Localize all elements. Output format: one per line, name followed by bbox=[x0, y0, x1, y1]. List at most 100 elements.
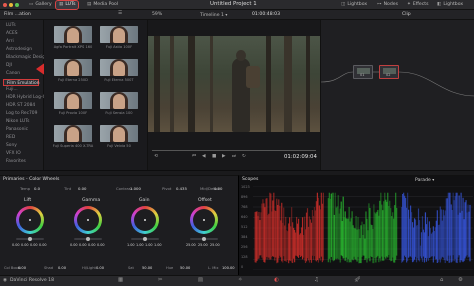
wheel-value[interactable]: 0.00 bbox=[79, 243, 87, 247]
color-wheel-gain[interactable] bbox=[131, 206, 159, 234]
lut-folder-item[interactable]: Fuji... bbox=[6, 87, 18, 92]
repeat-icon[interactable]: ↻ bbox=[242, 154, 246, 160]
lut-thumbnail[interactable] bbox=[54, 59, 92, 76]
color-wheel-gamma[interactable] bbox=[74, 206, 102, 234]
wheel-value[interactable]: 1.00 bbox=[145, 243, 153, 247]
lut-folder-film-emulation[interactable]: Film Emulation bbox=[3, 79, 39, 86]
master-wheel-slider[interactable] bbox=[131, 237, 159, 241]
wheel-value[interactable]: 25.00 bbox=[186, 243, 196, 247]
lut-folder-item[interactable]: RED bbox=[6, 135, 15, 140]
top-toolbar: ▭ Gallery ▦ LUTs ▤ Media Pool Untitled P… bbox=[0, 0, 474, 10]
wheel-value[interactable]: 0.00 bbox=[70, 243, 78, 247]
lut-folder-item[interactable]: Arri bbox=[6, 39, 14, 44]
scope-mode-selector[interactable]: Parade ▾ bbox=[415, 178, 434, 184]
color-wheel-offset[interactable] bbox=[190, 206, 218, 234]
lut-folder-item[interactable]: Astrodesign bbox=[6, 47, 32, 52]
skip-forward-icon[interactable]: ⏭ bbox=[232, 154, 236, 160]
wheel-value[interactable]: 0.00 bbox=[88, 243, 96, 247]
fusion-page-icon[interactable]: ✧ bbox=[238, 277, 243, 283]
scope-scale-label: 512 bbox=[241, 225, 248, 229]
node-02[interactable]: 02 bbox=[379, 65, 399, 79]
param-value[interactable]: 0.00 bbox=[78, 187, 86, 191]
breadcrumb[interactable]: Film ...ation bbox=[4, 12, 31, 18]
color-page-icon[interactable]: ◐ bbox=[274, 277, 279, 283]
wheel-value[interactable]: 1.00 bbox=[154, 243, 162, 247]
param-value[interactable]: 0.0 bbox=[34, 187, 40, 191]
stop-icon[interactable]: ■ bbox=[212, 154, 216, 160]
fairlight-page-icon[interactable]: ♫ bbox=[314, 277, 319, 283]
timeline-scrubber[interactable] bbox=[152, 150, 316, 151]
master-wheel-slider[interactable] bbox=[74, 237, 102, 241]
lut-folder-item[interactable]: ACES bbox=[6, 31, 18, 36]
tab-media-pool[interactable]: ▤ Media Pool bbox=[84, 1, 121, 9]
settings-icon[interactable]: ⚙ bbox=[458, 277, 463, 283]
wheel-value[interactable]: 0.00 bbox=[30, 243, 38, 247]
wheel-value[interactable]: 1.00 bbox=[127, 243, 135, 247]
lut-folder-item[interactable]: Sony bbox=[6, 143, 17, 148]
tab-luts[interactable]: ▦ LUTs bbox=[54, 0, 80, 10]
tab-nodes[interactable]: ⊶ Nodes bbox=[374, 1, 401, 9]
timeline-selector[interactable]: Timeline 1 ▾ bbox=[200, 13, 227, 19]
param-value[interactable]: 1.000 bbox=[130, 187, 141, 191]
skip-back-icon[interactable]: ⏮ bbox=[192, 154, 196, 160]
master-wheel-slider[interactable] bbox=[16, 237, 44, 241]
list-view-icon[interactable]: ☰ bbox=[118, 11, 122, 17]
param-value[interactable]: 0.00 bbox=[58, 266, 66, 271]
lut-folder-item[interactable]: LUTs bbox=[6, 23, 16, 28]
tab-lightbox[interactable]: ◫ Lightbox bbox=[338, 1, 370, 9]
param-value[interactable]: 100.00 bbox=[222, 266, 235, 271]
loop-icon[interactable]: ⟲ bbox=[154, 154, 158, 160]
reverse-play-icon[interactable]: ◀ bbox=[202, 154, 206, 160]
lut-folder-item[interactable]: HDR ST 2084 bbox=[6, 103, 35, 108]
cut-page-icon[interactable]: ✂ bbox=[158, 277, 163, 283]
param-value[interactable]: 0.00 bbox=[214, 187, 222, 191]
param-value[interactable]: 0.00 bbox=[18, 266, 26, 271]
wheel-value[interactable]: 0.00 bbox=[21, 243, 29, 247]
zoom-level[interactable]: 59% bbox=[152, 12, 162, 18]
tab-gallery[interactable]: ▭ Gallery bbox=[26, 1, 55, 9]
lut-folder-item[interactable]: Favorites bbox=[6, 159, 26, 164]
param-value[interactable]: 50.00 bbox=[142, 266, 152, 271]
lut-thumbnail[interactable] bbox=[100, 59, 138, 76]
tab-lightbox-2[interactable]: ◧ Lightbox bbox=[434, 1, 466, 9]
tab-effects[interactable]: ✦ Effects bbox=[404, 1, 431, 9]
wheel-value[interactable]: 0.00 bbox=[97, 243, 105, 247]
lut-folder-item[interactable]: Log to Rec709 bbox=[6, 111, 37, 116]
wheel-value[interactable]: 1.00 bbox=[136, 243, 144, 247]
param-value[interactable]: 0.00 bbox=[96, 266, 104, 271]
clip-label[interactable]: Clip bbox=[402, 12, 411, 18]
lut-folder-item[interactable]: Panasonic bbox=[6, 127, 28, 132]
lut-folder-item[interactable]: VFX IO bbox=[6, 151, 21, 156]
lut-thumbnail-label: Fuji Superia 400 X-TRA bbox=[52, 144, 94, 148]
param-value[interactable]: 0.435 bbox=[176, 187, 187, 191]
lut-folder-item[interactable]: Canon bbox=[6, 71, 20, 76]
minimize-window-button[interactable] bbox=[9, 3, 13, 7]
wheel-value[interactable]: 25.00 bbox=[198, 243, 208, 247]
lut-thumbnail[interactable] bbox=[54, 26, 92, 43]
home-icon[interactable]: ⌂ bbox=[440, 277, 443, 283]
maximize-window-button[interactable] bbox=[15, 3, 19, 7]
lut-folder-item[interactable]: Nikon LUTs bbox=[6, 119, 29, 124]
color-wheel-lift[interactable] bbox=[16, 206, 44, 234]
play-icon[interactable]: ▶ bbox=[222, 154, 226, 160]
master-wheel-slider[interactable] bbox=[190, 237, 218, 241]
wheel-value[interactable]: 25.00 bbox=[210, 243, 220, 247]
lut-thumbnail[interactable] bbox=[54, 125, 92, 142]
deliver-page-icon[interactable]: 🚀︎ bbox=[354, 277, 361, 283]
lut-thumbnail[interactable] bbox=[100, 92, 138, 109]
lut-thumbnail-label: Fuji Eterna 500T bbox=[104, 78, 134, 82]
node-01[interactable]: 01 bbox=[353, 65, 373, 79]
param-value[interactable]: 50.00 bbox=[180, 266, 190, 271]
lut-folder-tree: LUTs ACES Arri Astrodesign Blackmagic Design… bbox=[0, 20, 60, 170]
close-window-button[interactable] bbox=[3, 3, 7, 7]
lut-thumbnail[interactable] bbox=[54, 92, 92, 109]
lut-thumbnail[interactable] bbox=[100, 125, 138, 142]
wheel-value[interactable]: 0.00 bbox=[12, 243, 20, 247]
lut-folder-item[interactable]: Blackmagic Design bbox=[6, 55, 48, 60]
lut-thumbnail-label: Fuji Velvia 50 bbox=[107, 144, 131, 148]
lut-thumbnail[interactable] bbox=[100, 26, 138, 43]
edit-page-icon[interactable]: ▤ bbox=[198, 277, 203, 283]
lut-folder-item[interactable]: DJI bbox=[6, 63, 12, 68]
wheel-value[interactable]: 0.00 bbox=[39, 243, 47, 247]
media-page-icon[interactable]: ▦ bbox=[118, 277, 123, 283]
